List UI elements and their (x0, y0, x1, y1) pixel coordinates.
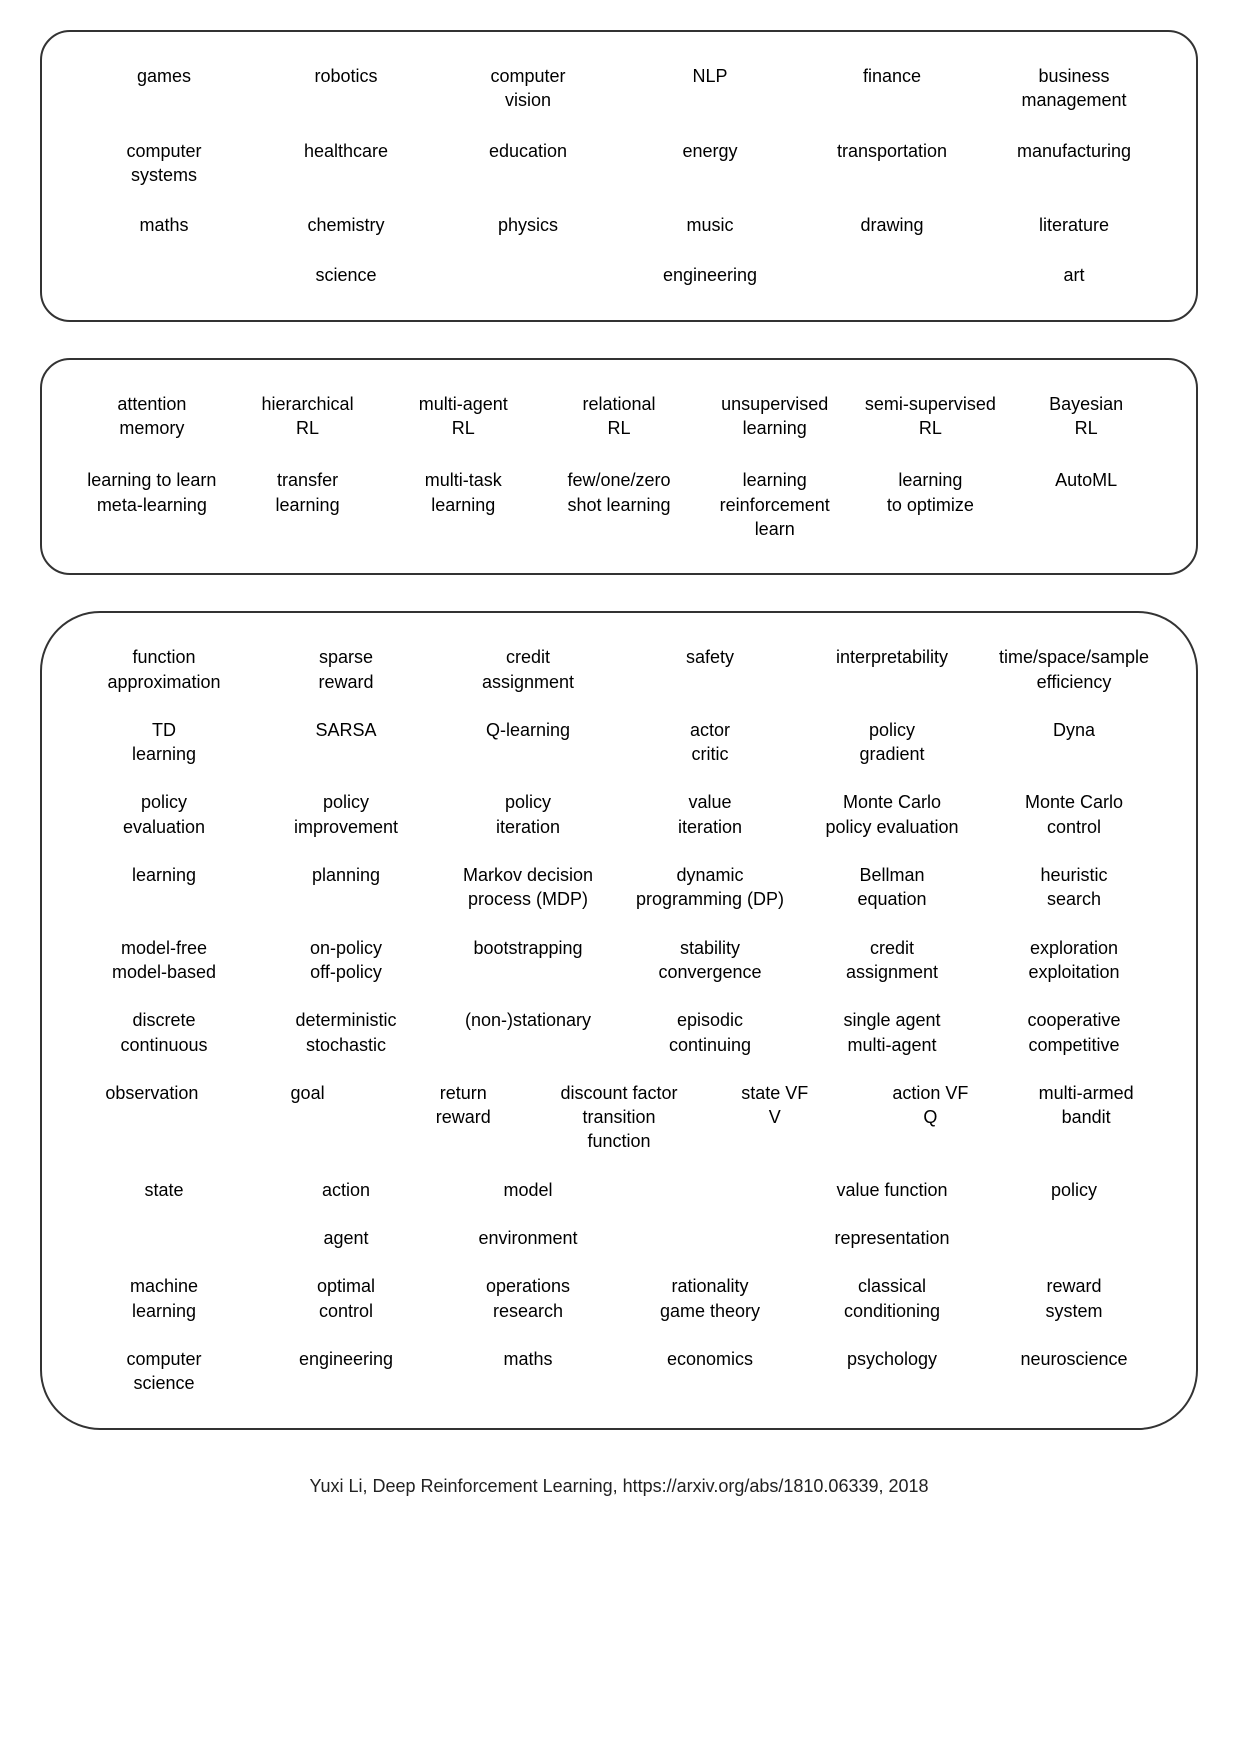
cell-relational-rl: relationalRL (545, 388, 693, 445)
cell-physics: physics (442, 209, 614, 241)
cell-learning-reinforcement: learningreinforcementlearn (701, 464, 849, 545)
cell-transportation: transportation (806, 135, 978, 192)
cell-music: music (624, 209, 796, 241)
cell-empty2 (442, 259, 614, 291)
cell-healthcare: healthcare (260, 135, 432, 192)
cell-hierarchical-rl: hierarchicalRL (234, 388, 382, 445)
cell-engineering: engineering (624, 259, 796, 291)
cell-empty1 (78, 259, 250, 291)
cell-science: science (260, 259, 432, 291)
box-applications: games robotics computervision NLP financ… (40, 30, 1198, 322)
cell-literature: literature (988, 209, 1160, 241)
cell-multi-agent-rl: multi-agentRL (389, 388, 537, 445)
cell-drawing: drawing (806, 209, 978, 241)
cell-attention-memory: attentionmemory (78, 388, 226, 445)
cell-computer-vision: computervision (442, 60, 614, 117)
box-rl-approaches: attentionmemory hierarchicalRL multi-age… (40, 358, 1198, 575)
cell-maths: maths (78, 209, 250, 241)
cell-education: education (442, 135, 614, 192)
cell-bayesian-rl: BayesianRL (1012, 388, 1160, 445)
cell-computer-systems: computersystems (78, 135, 250, 192)
footer-citation: Yuxi Li, Deep Reinforcement Learning, ht… (309, 1476, 928, 1497)
cell-automl: AutoML (1012, 464, 1160, 545)
cell-transfer-learning: transferlearning (234, 464, 382, 545)
cell-unsupervised-learning: unsupervisedlearning (701, 388, 849, 445)
cell-manufacturing: manufacturing (988, 135, 1160, 192)
cell-multi-task-learning: multi-tasklearning (389, 464, 537, 545)
cell-empty3 (806, 259, 978, 291)
cell-nlp: NLP (624, 60, 796, 117)
cell-energy: energy (624, 135, 796, 192)
cell-business-management: businessmanagement (988, 60, 1160, 117)
cell-chemistry: chemistry (260, 209, 432, 241)
cell-finance: finance (806, 60, 978, 117)
cell-art: art (988, 259, 1160, 291)
cell-learning-to-learn: learning to learnmeta-learning (78, 464, 226, 545)
cell-semi-supervised-rl: semi-supervisedRL (857, 388, 1005, 445)
cell-learning-to-optimize: learningto optimize (857, 464, 1005, 545)
cell-games: games (78, 60, 250, 117)
box-rl-concepts: functionapproximationsparserewardcredita… (40, 611, 1198, 1429)
cell-few-shot-learning: few/one/zeroshot learning (545, 464, 693, 545)
cell-robotics: robotics (260, 60, 432, 117)
